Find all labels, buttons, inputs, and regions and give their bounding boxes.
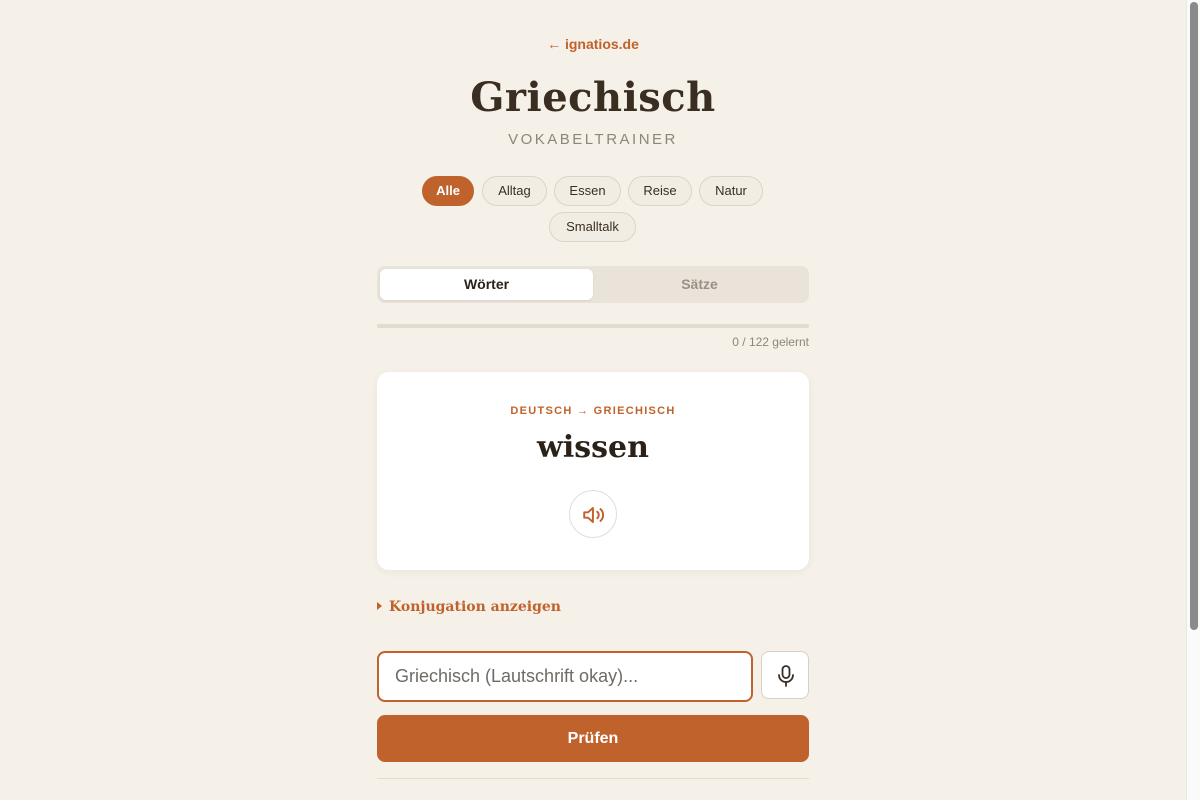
microphone-icon [778,665,794,687]
check-button[interactable]: Prüfen [377,715,809,762]
speaker-icon [583,506,605,524]
page-subtitle: VOKABELTRAINER [508,131,678,148]
scrollbar[interactable] [1186,0,1200,800]
scrollbar-thumb[interactable] [1190,2,1198,630]
speak-button[interactable] [569,490,617,538]
microphone-button[interactable] [761,651,809,699]
progress-bar [377,324,809,328]
back-link[interactable]: ← ignatios.de [547,36,639,52]
flashcard-word: wissen [537,430,649,465]
tab-sentences[interactable]: Sätze [593,269,806,300]
conjugation-toggle-label: Konjugation anzeigen [389,599,561,615]
answer-input[interactable] [377,651,753,702]
category-chip-natur[interactable]: Natur [699,176,763,206]
category-chip-alltag[interactable]: Alltag [482,176,547,206]
back-link-wrapper: ← ignatios.de [377,36,809,52]
category-chip-alle[interactable]: Alle [422,176,474,206]
category-chip-reise[interactable]: Reise [628,176,692,206]
page-title: Griechisch [470,74,716,121]
progress-text: 0 / 122 gelernt [732,335,809,349]
flashcard: DEUTSCH → GRIECHISCH wissen [377,372,809,570]
tab-words[interactable]: Wörter [380,269,593,300]
direction-label: DEUTSCH → GRIECHISCH [510,405,676,417]
conjugation-toggle[interactable]: Konjugation anzeigen [377,599,561,615]
divider [377,778,809,779]
caret-right-icon [377,602,382,610]
category-chip-essen[interactable]: Essen [554,176,621,206]
mode-switch: Wörter Sätze [377,266,809,303]
category-chip-smalltalk[interactable]: Smalltalk [549,212,636,242]
